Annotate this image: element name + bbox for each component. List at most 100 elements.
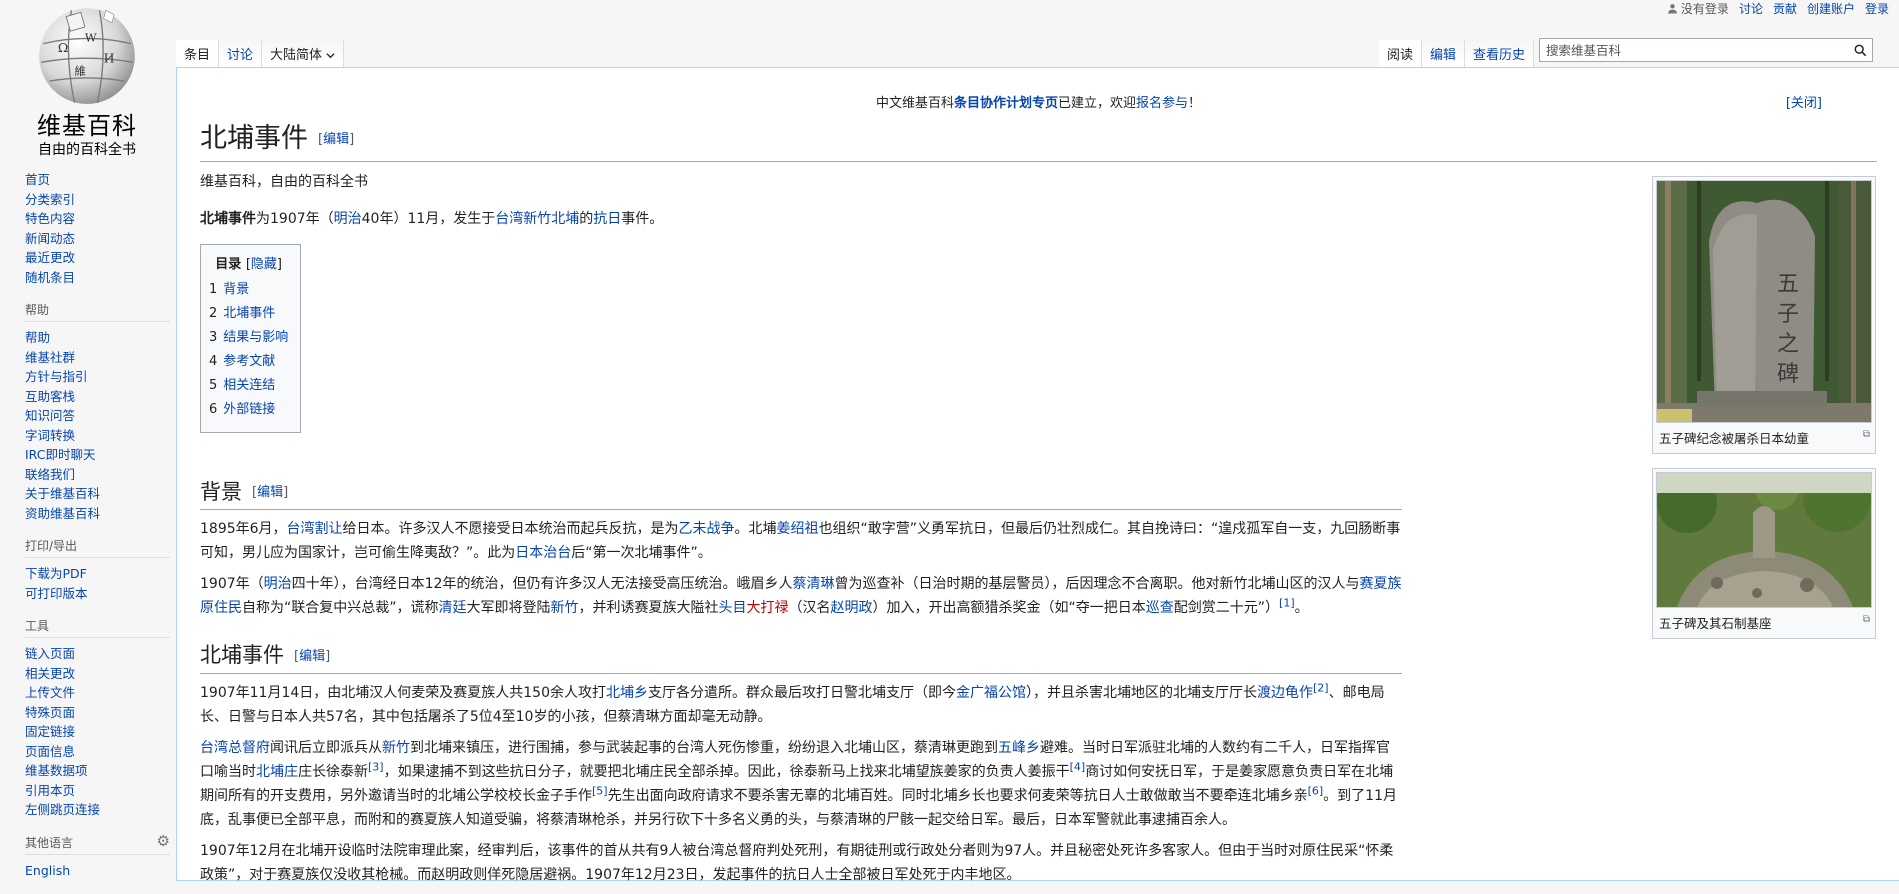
- toc-link[interactable]: 外部链接: [223, 402, 275, 417]
- ref-5[interactable]: [5]: [592, 784, 608, 797]
- link-meiji[interactable]: 明治: [264, 576, 292, 592]
- section-edit-link[interactable]: 编辑: [299, 649, 325, 664]
- help-link[interactable]: 互助客栈: [25, 389, 75, 404]
- notice-join-link[interactable]: 报名参与: [1136, 96, 1188, 111]
- toc-link[interactable]: 北埔事件: [223, 306, 275, 321]
- section-edit-link[interactable]: 编辑: [257, 485, 283, 500]
- toc-item[interactable]: 4 参考文献: [209, 350, 288, 374]
- heading-text: 北埔事件: [200, 643, 284, 667]
- link-hsinchu[interactable]: 新竹: [551, 600, 579, 616]
- toc-item[interactable]: 3 结果与影响: [209, 326, 288, 350]
- link-qing[interactable]: 清廷: [439, 600, 467, 616]
- sidebar-item: 随机条目: [25, 268, 176, 288]
- notice-close-link[interactable]: [关闭]: [1786, 92, 1822, 111]
- login-link[interactable]: 登录: [1865, 0, 1889, 17]
- tools-link[interactable]: 维基数据项: [25, 763, 88, 778]
- toc-item[interactable]: 5 相关连结: [209, 374, 288, 398]
- nav-link[interactable]: 最近更改: [25, 250, 75, 265]
- tab-edit[interactable]: 编辑: [1421, 40, 1465, 67]
- ref-6[interactable]: [6]: [1308, 784, 1324, 797]
- toc-link[interactable]: 结果与影响: [223, 330, 288, 345]
- sidebar-item: 特色内容: [25, 209, 176, 229]
- link-beipu-village[interactable]: 北埔庄: [256, 764, 298, 780]
- link-zhao-mingzheng[interactable]: 赵明政: [831, 600, 873, 616]
- link-governor-general[interactable]: 台湾总督府: [200, 740, 270, 756]
- search-button[interactable]: [1848, 39, 1872, 61]
- tab-history[interactable]: 查看历史: [1464, 40, 1534, 67]
- toc-link[interactable]: 参考文献: [223, 354, 275, 369]
- tab-article[interactable]: 条目: [176, 40, 220, 67]
- tools-link[interactable]: 页面信息: [25, 744, 75, 759]
- print-link[interactable]: 可打印版本: [25, 586, 88, 601]
- tools-link[interactable]: 相关更改: [25, 666, 75, 681]
- tools-link[interactable]: 左侧跳页连接: [25, 802, 100, 817]
- stele-base-image[interactable]: [1656, 464, 1872, 608]
- link-hsinchu[interactable]: 新竹: [382, 740, 410, 756]
- toc-item[interactable]: 1 背景: [209, 278, 288, 302]
- print-link[interactable]: 下载为PDF: [25, 566, 87, 581]
- link-chief[interactable]: 头目: [719, 600, 747, 616]
- notice-project-link[interactable]: 条目协作计划专页: [954, 96, 1058, 111]
- tools-link[interactable]: 上传文件: [25, 685, 75, 700]
- link-anti-japan[interactable]: 抗日: [593, 211, 621, 227]
- toc-link[interactable]: 背景: [223, 282, 249, 297]
- tools-link[interactable]: 引用本页: [25, 783, 75, 798]
- create-account-link[interactable]: 创建账户: [1807, 0, 1855, 17]
- help-link[interactable]: 关于维基百科: [25, 486, 100, 501]
- help-link[interactable]: 帮助: [25, 330, 50, 345]
- help-link[interactable]: 知识问答: [25, 408, 75, 423]
- redlink-datalu[interactable]: 大打禄: [747, 600, 789, 616]
- link-watanabe[interactable]: 渡边龟作: [1257, 685, 1313, 701]
- wikipedia-logo[interactable]: Ω W И 維 维基百科 自由的百科全书: [22, 2, 152, 158]
- toc-title-text: 目录: [215, 256, 242, 272]
- language-link[interactable]: English: [25, 863, 70, 878]
- link-jinguangfu[interactable]: 金广福公馆: [956, 685, 1026, 701]
- nav-link[interactable]: 随机条目: [25, 270, 75, 285]
- tools-link[interactable]: 固定链接: [25, 724, 75, 739]
- nav-link[interactable]: 特色内容: [25, 211, 75, 226]
- toc-item[interactable]: 6 外部链接: [209, 398, 288, 422]
- link-cession[interactable]: 台湾割让: [287, 521, 343, 537]
- tab-read[interactable]: 阅读: [1378, 40, 1422, 67]
- link-beipu-township[interactable]: 北埔乡: [606, 685, 648, 701]
- link-meiji[interactable]: 明治: [334, 211, 362, 227]
- link-yiwei-war[interactable]: 乙未战争: [679, 521, 735, 537]
- variant-dropdown[interactable]: 大陆简体: [262, 40, 345, 67]
- link-wufeng[interactable]: 五峰乡: [998, 740, 1040, 756]
- nav-link[interactable]: 分类索引: [25, 192, 75, 207]
- help-link[interactable]: 字词转换: [25, 428, 75, 443]
- tools-link[interactable]: 链入页面: [25, 646, 75, 661]
- ref-3[interactable]: [3]: [368, 760, 384, 773]
- help-link[interactable]: 资助维基百科: [25, 506, 100, 521]
- magnify-icon[interactable]: ⧉: [1863, 614, 1870, 625]
- nav-link[interactable]: 新闻动态: [25, 231, 75, 246]
- search-input[interactable]: [1540, 42, 1848, 58]
- link-beipu[interactable]: 台湾新竹北埔: [495, 211, 579, 227]
- help-link[interactable]: 联络我们: [25, 467, 75, 482]
- gear-icon[interactable]: ⚙: [157, 832, 170, 850]
- tab-talk[interactable]: 讨论: [219, 40, 263, 67]
- help-link[interactable]: 方针与指引: [25, 369, 88, 384]
- help-link[interactable]: IRC即时聊天: [25, 447, 95, 462]
- anon-user: 没有登录: [1667, 0, 1729, 17]
- user-icon: [1668, 3, 1677, 13]
- anon-contribs-link[interactable]: 贡献: [1773, 0, 1797, 17]
- title-edit[interactable]: 编辑: [323, 132, 349, 147]
- toc-link[interactable]: 相关连结: [223, 378, 275, 393]
- ref-4[interactable]: [4]: [1070, 760, 1086, 773]
- ref-2[interactable]: [2]: [1313, 681, 1329, 694]
- link-japanese-rule[interactable]: 日本治台: [515, 545, 571, 561]
- portal-tools: 工具 链入页面 相关更改 上传文件 特殊页面 固定链接 页面信息 维基数据项 引用本页 左侧跳页…: [25, 617, 176, 820]
- magnify-icon[interactable]: ⧉: [1863, 429, 1870, 440]
- ref-1[interactable]: [1]: [1279, 596, 1295, 609]
- nav-link[interactable]: 首页: [25, 172, 50, 187]
- toc-item[interactable]: 2 北埔事件: [209, 302, 288, 326]
- link-cai-qinglin[interactable]: 蔡清琳: [792, 576, 834, 592]
- link-junsa[interactable]: 巡查: [1146, 600, 1174, 616]
- tools-link[interactable]: 特殊页面: [25, 705, 75, 720]
- toc-hide-link[interactable]: 隐藏: [251, 257, 277, 272]
- help-link[interactable]: 维基社群: [25, 350, 75, 365]
- link-jiang-shaozu[interactable]: 姜绍祖: [777, 521, 819, 537]
- anon-talk-link[interactable]: 讨论: [1739, 0, 1763, 17]
- stele-image[interactable]: 五 子 之 碑: [1656, 180, 1872, 423]
